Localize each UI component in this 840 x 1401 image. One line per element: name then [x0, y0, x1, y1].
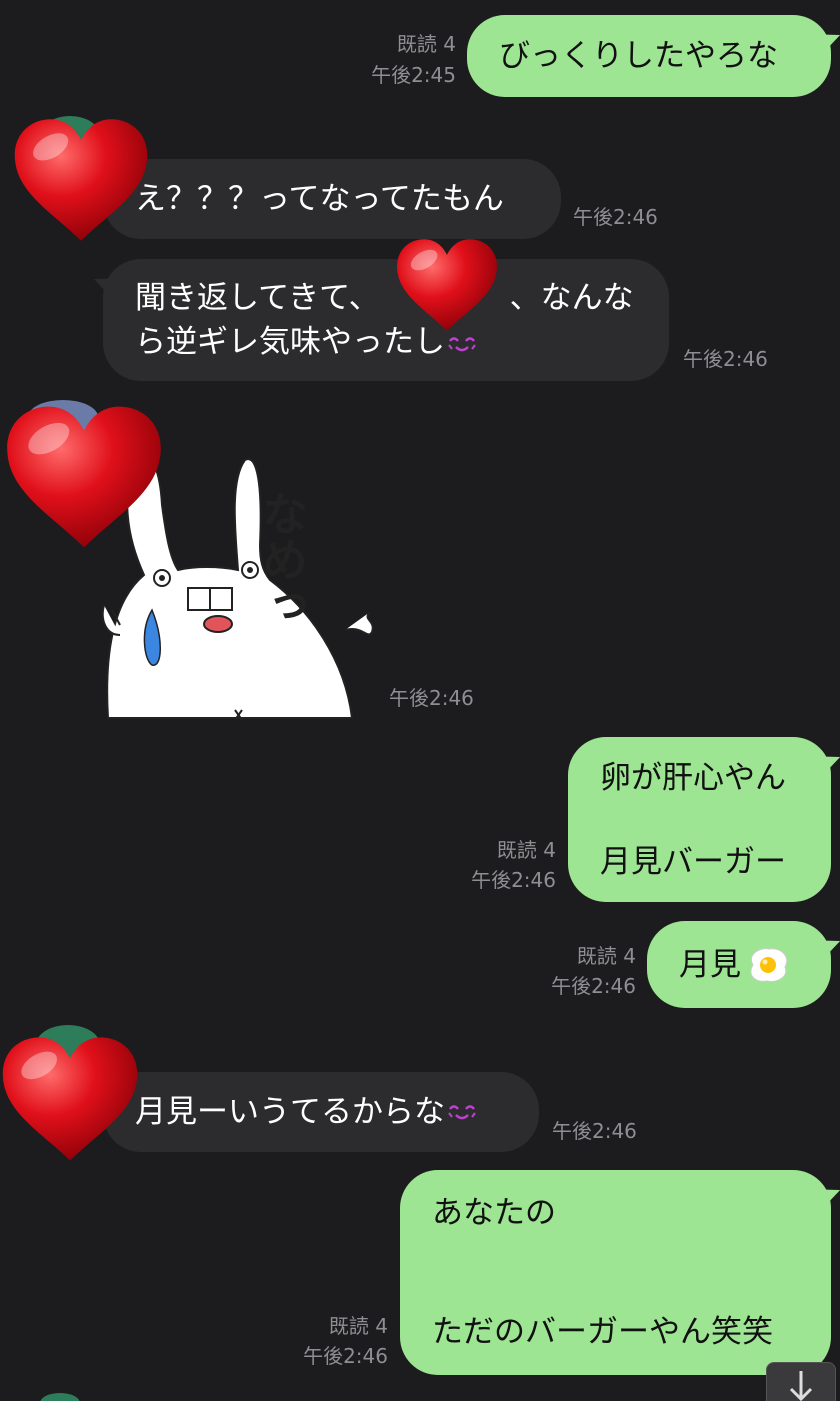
message-line: 聞き返してきて、 、なんな	[135, 280, 634, 316]
timestamp: 午後2:46	[683, 347, 768, 371]
timestamp: 午後2:46	[389, 686, 474, 710]
timestamp: 午後2:46	[552, 1119, 637, 1143]
read-receipt: 既読 4	[396, 32, 456, 56]
timestamp: 午後2:46	[471, 868, 556, 892]
timestamp: 午後2:46	[573, 205, 658, 229]
message-line: ただのバーガーやん笑笑	[432, 1314, 773, 1350]
message-line: ら逆ギレ気味やったし	[135, 320, 637, 364]
message-text: え？？？ってなってたもん	[135, 181, 504, 217]
heart-sticker-icon	[0, 1024, 140, 1174]
read-receipt: 既読 4	[328, 1314, 388, 1338]
timestamp: 午後2:46	[303, 1344, 388, 1368]
sticker-text: なめっ	[255, 490, 309, 628]
read-receipt: 既読 4	[576, 944, 636, 968]
message-bubble-outgoing[interactable]: 卵が肝心やん 月見バーガー	[568, 737, 831, 902]
message-bubble-outgoing[interactable]: びっくりしたやろな	[467, 15, 831, 97]
read-receipt: 既読 4	[496, 838, 556, 862]
message-bubble-outgoing[interactable]: あなたの ただのバーガーやん笑笑	[400, 1170, 831, 1375]
message-text: 月見	[679, 946, 741, 983]
message-text: びっくりしたやろな	[499, 38, 778, 74]
message-text: 月見ーいうてるからな	[135, 1094, 445, 1130]
heart-sticker-icon	[12, 115, 150, 245]
blush-face-emoji	[447, 1101, 477, 1123]
heart-sticker-icon	[395, 236, 499, 334]
message-line: あなたの	[432, 1195, 556, 1231]
message-line: 月見バーガー	[600, 843, 786, 880]
arrow-down-icon	[789, 1371, 813, 1401]
message-bubble-incoming[interactable]: 月見ーいうてるからな	[103, 1072, 539, 1152]
scroll-to-bottom-button[interactable]	[766, 1362, 836, 1401]
heart-sticker-icon	[4, 402, 164, 552]
fried-egg-emoji	[750, 947, 788, 982]
message-line: 卵が肝心やん	[600, 759, 786, 796]
timestamp: 午後2:46	[551, 974, 636, 998]
message-bubble-outgoing[interactable]: 月見	[647, 921, 831, 1008]
blush-face-emoji	[447, 333, 477, 355]
timestamp: 午後2:45	[371, 63, 456, 87]
message-bubble-incoming[interactable]: 聞き返してきて、 、なんな ら逆ギレ気味やったし	[103, 259, 669, 381]
avatar[interactable]	[40, 1393, 80, 1401]
message-bubble-incoming[interactable]: え？？？ってなってたもん	[103, 159, 561, 239]
